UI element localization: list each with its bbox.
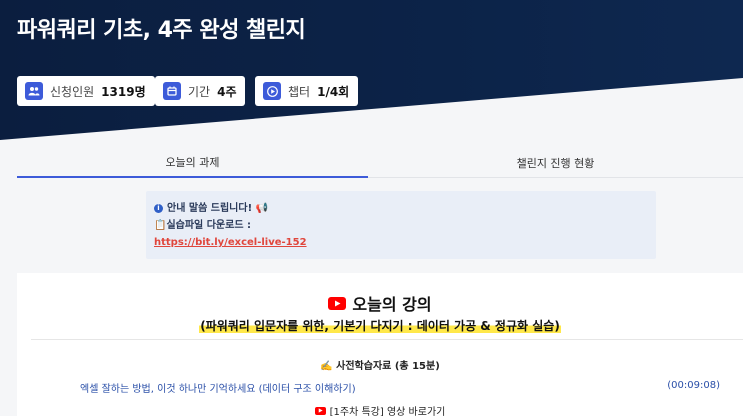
play-icon	[263, 82, 281, 100]
hero-banner: 파워쿼리 기초, 4주 완성 챌린지 신청인원 1319명 기간 4주 챕터 1…	[0, 0, 743, 140]
lecture-item-duration: (00:09:08)	[667, 380, 720, 391]
notice-text: 안내 말씀 드립니다! 📢	[167, 203, 269, 214]
period-badge: 기간 4주	[155, 76, 246, 106]
special-video-link[interactable]: [1주차 특강] 영상 바로가기	[17, 403, 743, 416]
applicants-label: 신청인원	[50, 84, 95, 99]
youtube-icon	[314, 406, 326, 415]
applicants-value: 1319명	[101, 84, 146, 99]
download-line: 📋실습파일 다운로드 :	[154, 220, 252, 231]
period-label: 기간	[188, 84, 211, 99]
chapter-badge: 챕터 1/4회	[255, 76, 359, 106]
prestudy-heading: ✍️ 사전학습자료 (총 15분)	[320, 361, 440, 372]
page-title: 파워쿼리 기초, 4주 완성 챌린지	[17, 18, 306, 43]
lecture-item-title[interactable]: 엑셀 잘하는 방법, 이것 하나만 기억하세요 (데이터 구조 이해하기)	[80, 380, 356, 395]
chapter-label: 챕터	[288, 84, 311, 99]
lecture-heading-text: 오늘의 강의	[352, 295, 432, 314]
notice-box: i 안내 말씀 드립니다! 📢 📋실습파일 다운로드 : https://bit…	[146, 191, 656, 259]
tab-bar: 오늘의 과제 챌린지 진행 현황	[17, 148, 743, 178]
people-icon	[25, 82, 43, 100]
download-link[interactable]: https://bit.ly/excel-live-152	[154, 234, 648, 251]
tab-todays-task[interactable]: 오늘의 과제	[17, 148, 368, 178]
notice-line: i 안내 말씀 드립니다! 📢	[154, 200, 648, 217]
lecture-item[interactable]: 엑셀 잘하는 방법, 이것 하나만 기억하세요 (데이터 구조 이해하기) (0…	[80, 380, 720, 395]
lecture-subtitle: (파워쿼리 입문자를 위한, 기본기 다지기 : 데이터 가공 & 정규화 실습…	[17, 317, 743, 334]
lecture-card: 오늘의 강의 (파워쿼리 입문자를 위한, 기본기 다지기 : 데이터 가공 &…	[17, 273, 743, 416]
lecture-subtitle-text: (파워쿼리 입문자를 위한, 기본기 다지기 : 데이터 가공 & 정규화 실습…	[199, 319, 561, 333]
period-value: 4주	[217, 84, 237, 99]
chapter-value: 1/4회	[317, 84, 350, 99]
tab-challenge-progress[interactable]: 챌린지 진행 현황	[368, 148, 743, 178]
applicants-badge: 신청인원 1319명	[17, 76, 155, 106]
calendar-icon	[163, 82, 181, 100]
special-video-text[interactable]: [1주차 특강] 영상 바로가기	[330, 403, 446, 416]
youtube-icon	[328, 296, 347, 310]
lecture-heading: 오늘의 강의	[17, 291, 743, 315]
divider	[31, 339, 743, 340]
info-icon: i	[154, 204, 163, 213]
